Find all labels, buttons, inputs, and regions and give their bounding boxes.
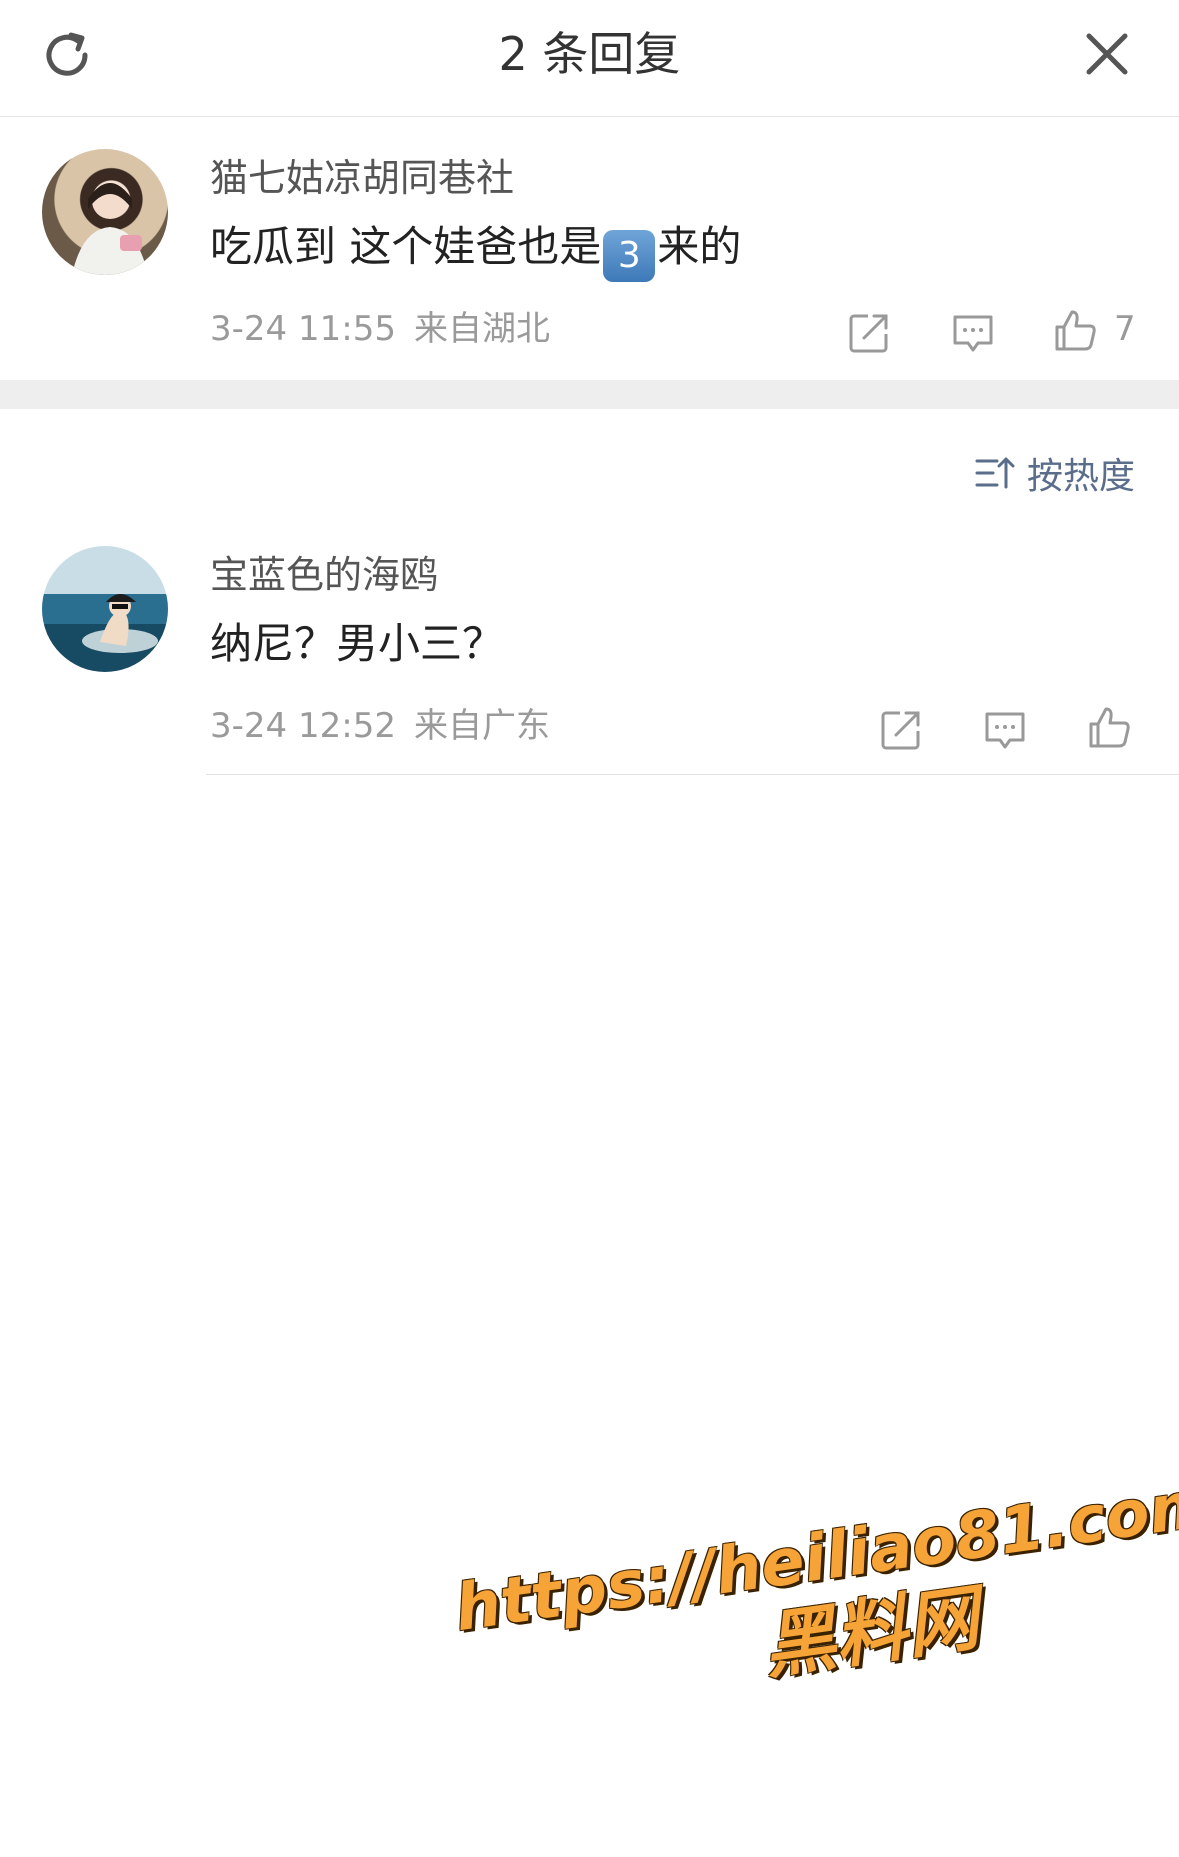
avatar[interactable] — [42, 546, 168, 672]
like-icon[interactable] — [1052, 307, 1098, 353]
page-title: 2 条回复 — [498, 27, 681, 81]
list-item: 宝蓝色的海鸥 纳尼？男小三？ 3-24 12:52 来自广东 — [0, 530, 1179, 775]
comment-icon[interactable] — [982, 707, 1028, 753]
sort-label: 按热度 — [1026, 456, 1135, 497]
root-comment: 猫七姑凉胡同巷社 吃瓜到 这个娃爸也是 3 来的 3-24 11:55 来自湖北 7 — [0, 117, 1179, 379]
comment-text-after: 来的 — [657, 222, 742, 271]
section-divider — [0, 380, 1179, 409]
comment-content: 吃瓜到 这个娃爸也是 3 来的 — [210, 219, 741, 282]
comment-meta: 3-24 11:55 来自湖北 — [210, 307, 550, 351]
comment-location: 来自湖北 — [413, 309, 550, 349]
comment-username[interactable]: 猫七姑凉胡同巷社 — [210, 153, 514, 203]
comment-icon[interactable] — [950, 310, 996, 356]
comment-content: 纳尼？男小三？ — [210, 619, 505, 668]
share-icon[interactable] — [878, 707, 924, 753]
comment-meta: 3-24 12:52 来自广东 — [210, 704, 550, 748]
comment-username[interactable]: 宝蓝色的海鸥 — [210, 550, 438, 600]
header-bar: 2 条回复 — [0, 0, 1179, 117]
comment-text-before: 吃瓜到 这个娃爸也是 — [210, 222, 602, 271]
avatar[interactable] — [42, 149, 168, 275]
keycap-3-emoji: 3 — [603, 230, 656, 282]
like-count: 7 — [1114, 309, 1136, 349]
share-icon[interactable] — [846, 310, 892, 356]
like-icon[interactable] — [1086, 704, 1132, 750]
watermark: https://heiliao81.com 黑料网 — [450, 1466, 1179, 1847]
comment-time: 3-24 11:55 — [210, 309, 396, 349]
sort-by-hot-button[interactable]: 按热度 — [975, 448, 1135, 498]
row-divider — [206, 774, 1179, 775]
comment-time: 3-24 12:52 — [210, 706, 396, 746]
close-icon[interactable] — [1081, 28, 1133, 80]
comment-location: 来自广东 — [413, 706, 550, 746]
sort-icon — [975, 457, 1015, 489]
